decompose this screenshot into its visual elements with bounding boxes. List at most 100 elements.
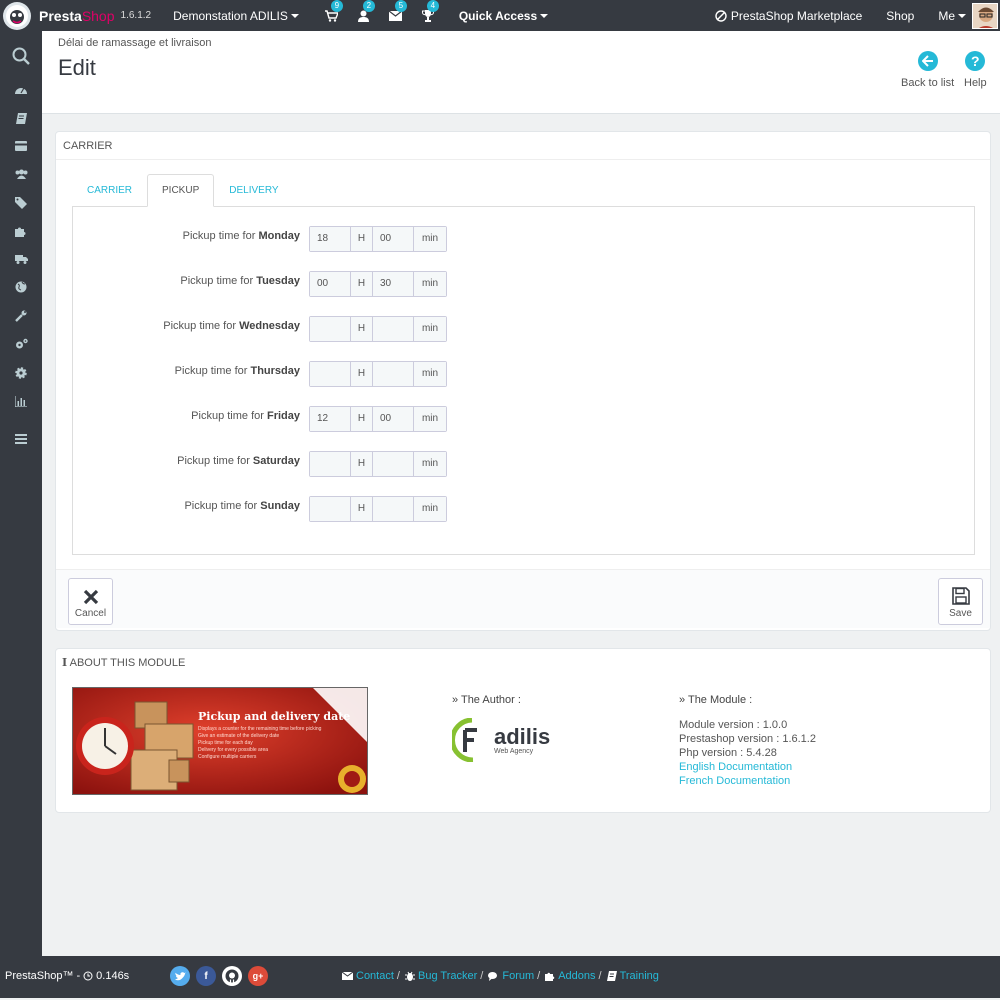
row-label: Pickup time for Monday [182,230,300,242]
orders-notification[interactable]: 9 [325,0,343,23]
puzzle-icon [545,972,555,981]
marketplace-link[interactable]: PrestaShop Marketplace [715,9,862,23]
comments-icon [488,971,498,981]
wrench-icon[interactable] [13,308,29,324]
notification-badge: 5 [394,0,407,12]
training-link[interactable]: Training [620,970,659,982]
tab-delivery[interactable]: DELIVERY [214,174,293,207]
cancel-button[interactable]: Cancel [68,578,113,625]
chevron-down-icon [540,13,549,18]
hour-input[interactable]: 18 [310,227,351,251]
customers-notification[interactable]: 2 [357,0,375,23]
clock-icon [83,971,93,981]
hour-addon: H [351,497,373,521]
minute-input[interactable]: 00 [373,227,414,251]
close-icon [69,579,112,605]
minute-input[interactable] [373,362,414,386]
tags-icon[interactable] [13,195,29,211]
carrier-panel: CARRIER CARRIER PICKUP DELIVERY Pickup t… [55,131,991,631]
question-icon: ? [965,51,986,71]
contact-link[interactable]: Contact [356,970,394,982]
minute-addon: min [414,407,446,431]
author-subtitle: Web Agency [494,747,534,755]
avatar[interactable] [972,2,998,29]
row-label: Pickup time for Friday [191,410,300,422]
hour-input[interactable] [310,317,351,341]
english-documentation-link[interactable]: English Documentation [679,760,816,774]
banner-line: Give an estimate of the delivery date [198,733,280,739]
footer-links: Contact / Bug Tracker / Forum / Addons / Tra… [342,970,659,982]
messages-notification[interactable]: 5 [389,0,407,23]
shop-link[interactable]: Shop [886,9,914,23]
marketplace-icon [715,9,727,22]
cogs-icon[interactable] [13,336,29,352]
notification-badge: 2 [362,0,375,12]
quick-access-menu[interactable]: Quick Access [459,9,549,23]
author-name: adilis [494,723,551,749]
banner-title: Pickup and delivery date [198,710,351,723]
credit-card-icon[interactable] [13,138,29,154]
menu-icon[interactable] [13,431,29,447]
bug-tracker-link[interactable]: Bug Tracker [418,970,477,982]
github-icon[interactable] [222,966,242,986]
version-label: 1.6.1.2 [120,10,152,21]
hour-input[interactable]: 12 [310,407,351,431]
pickup-row-tuesday: Pickup time for Tuesday 00 H 30 min [73,271,973,297]
modules-icon[interactable] [13,223,29,239]
hour-input[interactable]: 00 [310,272,351,296]
french-documentation-link[interactable]: French Documentation [679,774,816,788]
module-version: Module version : 1.0.0 [679,719,788,731]
help-button[interactable]: ? Help [964,51,987,89]
customers-icon[interactable] [13,166,29,182]
hour-addon: H [351,317,373,341]
store-selector[interactable]: Demonstation ADILIS [173,9,299,23]
minute-input[interactable] [373,452,414,476]
time-input-group: H min [309,316,447,342]
brand-name: PrestaShop [39,7,115,24]
minute-input[interactable] [373,317,414,341]
panel-heading: i ABOUT THIS MODULE [62,656,186,669]
tab-bar: CARRIER PICKUP DELIVERY [72,174,294,207]
google-plus-icon[interactable]: g+ [248,966,268,986]
dashboard-icon[interactable] [13,82,29,98]
hour-addon: H [351,452,373,476]
row-label: Pickup time for Tuesday [180,275,300,287]
twitter-icon[interactable] [170,966,190,986]
back-to-list-button[interactable]: Back to list [901,51,954,89]
minute-input[interactable] [373,497,414,521]
minute-input[interactable]: 00 [373,407,414,431]
pickup-row-monday: Pickup time for Monday 18 H 00 min [73,226,973,252]
profile-menu[interactable]: Me [938,9,966,23]
prestashop-version: Prestashop version : 1.6.1.2 [679,733,816,745]
facebook-icon[interactable]: f [196,966,216,986]
row-label: Pickup time for Sunday [184,500,300,512]
gear-icon[interactable] [13,365,29,381]
addons-link[interactable]: Addons [558,970,595,982]
minute-addon: min [414,317,446,341]
stats-icon[interactable] [13,393,29,409]
globe-icon[interactable] [13,279,29,295]
hour-addon: H [351,227,373,251]
forum-link[interactable]: Forum [502,970,534,982]
hour-addon: H [351,407,373,431]
truck-icon[interactable] [13,251,29,267]
minute-input[interactable]: 30 [373,272,414,296]
bug-icon [404,971,415,981]
hour-input[interactable] [310,497,351,521]
prestashop-logo[interactable] [3,1,31,30]
tab-pickup[interactable]: PICKUP [147,174,215,207]
pickup-row-sunday: Pickup time for Sunday H min [73,496,973,522]
hour-input[interactable] [310,452,351,476]
search-icon[interactable] [12,47,30,65]
author-section: » The Author : adilis Web Agency [452,694,550,762]
author-logo[interactable]: adilis Web Agency [452,718,550,762]
catalog-icon[interactable] [13,110,29,126]
save-button[interactable]: Save [938,578,983,625]
hour-input[interactable] [310,362,351,386]
achievements-notification[interactable]: 4 [421,0,439,23]
envelope-icon [342,972,353,980]
module-info-section: » The Module : Module version : 1.0.0 Pr… [679,694,816,788]
tab-carrier[interactable]: CARRIER [72,174,147,207]
info-icon: i [62,656,68,669]
breadcrumb[interactable]: Délai de ramassage et livraison [58,37,211,49]
